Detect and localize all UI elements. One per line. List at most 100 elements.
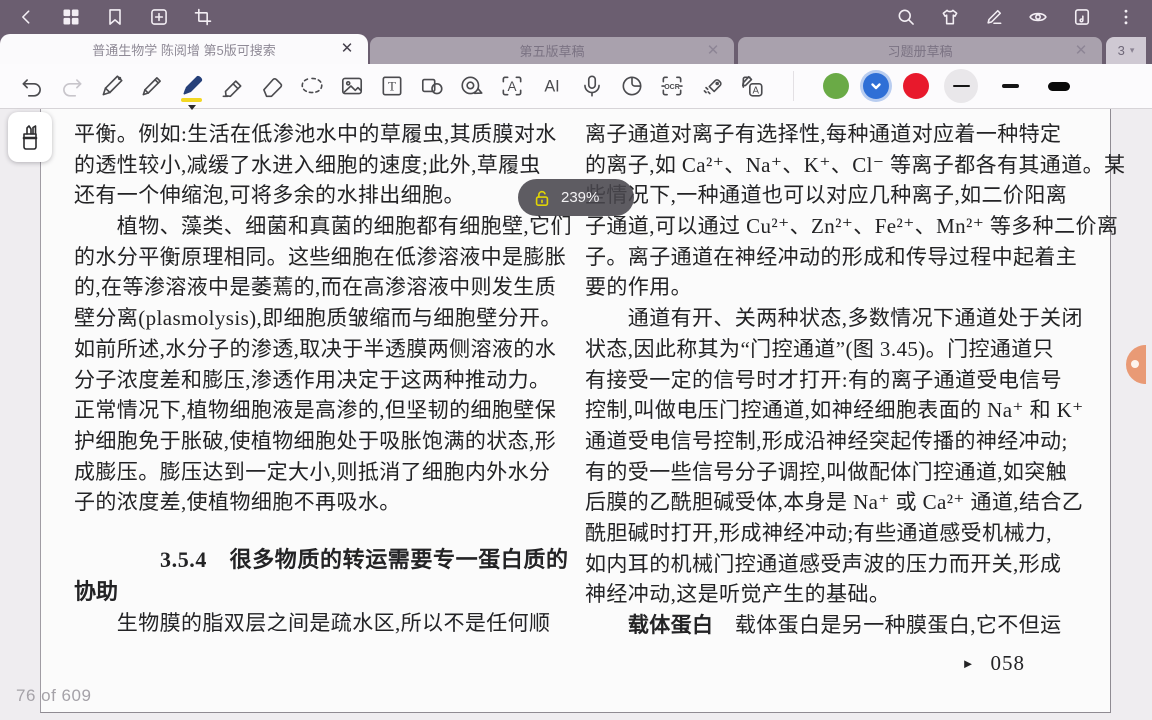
color-swatch-green[interactable] [823, 73, 849, 99]
search-icon[interactable] [895, 7, 916, 28]
pencil-case-button[interactable] [8, 112, 52, 162]
bookmark-icon[interactable] [104, 7, 125, 28]
text-box-tool[interactable]: T [378, 69, 405, 103]
text-line: 通道受电信号控制,形成沿神经突起传播的神经冲动; [585, 428, 1068, 453]
theme-shirt-icon[interactable] [939, 7, 960, 28]
topbar-right-group [895, 7, 1136, 28]
text-line: 神经冲动,这是听觉产生的基础。 [585, 582, 891, 607]
zoom-level-value: 239% [561, 189, 600, 206]
text-line: 成膨压。膨压达到一定大小,则抵消了细胞内外水分 [74, 459, 551, 484]
tab-close-icon[interactable]: ✕ [1073, 42, 1089, 59]
thickness-thick[interactable] [1042, 69, 1076, 103]
thickness-medium[interactable] [993, 69, 1027, 103]
text-line: 的离子,如 Ca²⁺、Na⁺、K⁺、Cl⁻ 等离子都各有其通道。某 [585, 152, 1126, 177]
chevron-down-icon: ▾ [1129, 45, 1135, 55]
eraser-tool[interactable] [258, 69, 285, 103]
text-line: 植物、藻类、细菌和真菌的细胞都有细胞壁,它们 [74, 214, 572, 239]
svg-text:OCR: OCR [664, 84, 680, 91]
ai-assistant-tool[interactable]: AI [538, 69, 565, 103]
text-line: 还有一个伸缩泡,可将多余的水排出细胞。 [74, 183, 465, 208]
text-line: 酰胆碱时打开,形成神经冲动;有些通道感受机械力, [585, 520, 1052, 545]
grid-pages-icon[interactable] [60, 7, 81, 28]
selected-tool-underline [181, 98, 202, 102]
text-line: 后膜的乙酰胆碱受体,本身是 Na⁺ 或 Ca²⁺ 通道,结合乙 [585, 490, 1084, 515]
text-line: 子。离子通道在神经冲动的形成和传导过程中起着主 [585, 244, 1078, 269]
microphone-tool[interactable] [578, 69, 605, 103]
text-line: 如内耳的机械门控通道感受声波的压力而开关,形成 [585, 551, 1062, 576]
image-tool[interactable] [338, 69, 365, 103]
page-panel-icon[interactable] [1071, 7, 1092, 28]
more-menu-icon[interactable] [1115, 7, 1136, 28]
undo-button[interactable] [18, 69, 45, 103]
svg-text:AI: AI [544, 77, 559, 95]
text-line: 的,在等渗溶液中是萎蔫的,而在高渗溶液中则发生质 [74, 275, 557, 300]
highlighter-tool[interactable] [218, 69, 245, 103]
section-heading-wrap: 协助 [74, 578, 119, 604]
text-line: 的透性较小,减缓了水进入细胞的速度;此外,草履虫 [74, 152, 541, 177]
page-number-footer: ► 058 [585, 648, 1067, 678]
text-line: 正常情况下,植物细胞液是高渗的,但坚韧的细胞壁保 [74, 398, 557, 423]
tag-pen-tool[interactable] [698, 69, 725, 103]
page-position-indicator: 76 of 609 [16, 686, 92, 705]
text-line: 离子通道对离子有选择性,每种通道对应着一种特定 [585, 122, 1062, 146]
tab-label: 第五版草稿 [519, 44, 585, 59]
color-swatch-blue-selected[interactable] [863, 73, 889, 99]
tab-close-icon[interactable]: ✕ [339, 41, 355, 57]
fountain-pen-tool[interactable] [98, 69, 125, 103]
zoom-level-badge[interactable]: 239% [518, 179, 634, 216]
text-line: 护细胞免于胀破,使植物细胞处于吸胀饱满的状态,形 [74, 428, 557, 453]
topbar-left-group [16, 7, 213, 28]
text-line-carrier: 载体蛋白 载体蛋白是另一种膜蛋白,它不但运 [627, 613, 1062, 637]
tab-document-1[interactable]: 普通生物学 陈阅增 第5版可搜索 ✕ [0, 34, 368, 64]
tab-label: 习题册草稿 [887, 44, 953, 59]
tab-close-icon[interactable]: ✕ [705, 42, 721, 59]
read-mode-eye-icon[interactable] [1027, 7, 1048, 28]
document-tab-strip: 普通生物学 陈阅增 第5版可搜索 ✕ 第五版草稿 ✕ 习题册草稿 ✕ 3 ▾ [0, 34, 1152, 64]
svg-text:A: A [752, 85, 759, 96]
pencil-tool[interactable] [138, 69, 165, 103]
tool-options-caret [187, 105, 196, 110]
ocr-tool[interactable]: OCR [658, 69, 685, 103]
text-line: 有接受一定的信号时才打开:有的离子通道受电信号 [585, 367, 1063, 392]
shapes-tool[interactable] [418, 69, 445, 103]
ballpoint-pen-tool-selected[interactable] [178, 69, 205, 110]
lasso-tool[interactable] [298, 69, 325, 103]
tab-count-button[interactable]: 3 ▾ [1106, 37, 1146, 64]
redo-button[interactable] [58, 69, 85, 103]
sticker-tool[interactable] [618, 69, 645, 103]
tab-count-value: 3 [1117, 43, 1125, 58]
text-line: 生物膜的脂双层之间是疏水区,所以不是任何顺 [74, 610, 551, 635]
translate-tool[interactable]: A [738, 69, 765, 103]
left-text-column: 平衡。例如:生活在低渗池水中的草履虫,其质膜对水 的透性较小,减缓了水进入细胞的… [74, 119, 572, 639]
thickness-thin-selected[interactable] [944, 69, 978, 103]
text-line: 些情况下,一种通道也可以对应几种离子,如二价阳离 [585, 183, 1068, 208]
text-line: 子的浓度差,使植物细胞不再吸水。 [74, 490, 401, 515]
svg-text:A: A [507, 79, 516, 94]
tab-document-2[interactable]: 第五版草稿 ✕ [370, 37, 734, 64]
text-line: 控制,叫做电压门控通道,如神经细胞表面的 Na⁺ 和 K⁺ [585, 398, 1084, 423]
text-line: 状态,因此称其为“门控通道”(图 3.45)。门控通道只 [585, 336, 1055, 361]
handle-dot [1131, 360, 1139, 368]
carrier-protein-label: 载体蛋白 [627, 613, 714, 637]
add-page-icon[interactable] [148, 7, 169, 28]
pencil-case-icon [22, 125, 38, 150]
footer-arrow-icon: ► [961, 655, 975, 671]
back-chevron-icon[interactable] [16, 7, 37, 28]
unlocked-padlock-icon [535, 190, 549, 206]
text-line: 壁分离(plasmolysis),即细胞质皱缩而与细胞壁分开。 [74, 306, 562, 331]
text-line: 通道有开、关两种状态,多数情况下通道处于关闭 [585, 306, 1083, 331]
top-navigation-bar [0, 0, 1152, 34]
text-line: 分子浓度差和膨压,渗透作用决定于这两种推动力。 [74, 367, 551, 392]
text-line: 的水分平衡原理相同。这些细胞在低渗溶液中是膨胀 [74, 244, 567, 269]
tape-tool[interactable] [458, 69, 485, 103]
annotation-toolbar: T A AI OCR A [0, 64, 1152, 110]
scan-text-tool[interactable]: A [498, 69, 525, 103]
section-heading: 3.5.4 很多物质的转运需要专一蛋白质的 [160, 546, 569, 572]
annotate-pen-icon[interactable] [983, 7, 1004, 28]
text-line: 平衡。例如:生活在低渗池水中的草履虫,其质膜对水 [74, 122, 557, 146]
text-line: 有的受一些信号分子调控,叫做配体门控通道,如突触 [585, 459, 1068, 484]
crop-icon[interactable] [192, 7, 213, 28]
right-text-column: 离子通道对离子有选择性,每种通道对应着一种特定 的离子,如 Ca²⁺、Na⁺、K… [585, 119, 1126, 678]
tab-document-3[interactable]: 习题册草稿 ✕ [738, 37, 1102, 64]
color-swatch-red[interactable] [903, 73, 929, 99]
